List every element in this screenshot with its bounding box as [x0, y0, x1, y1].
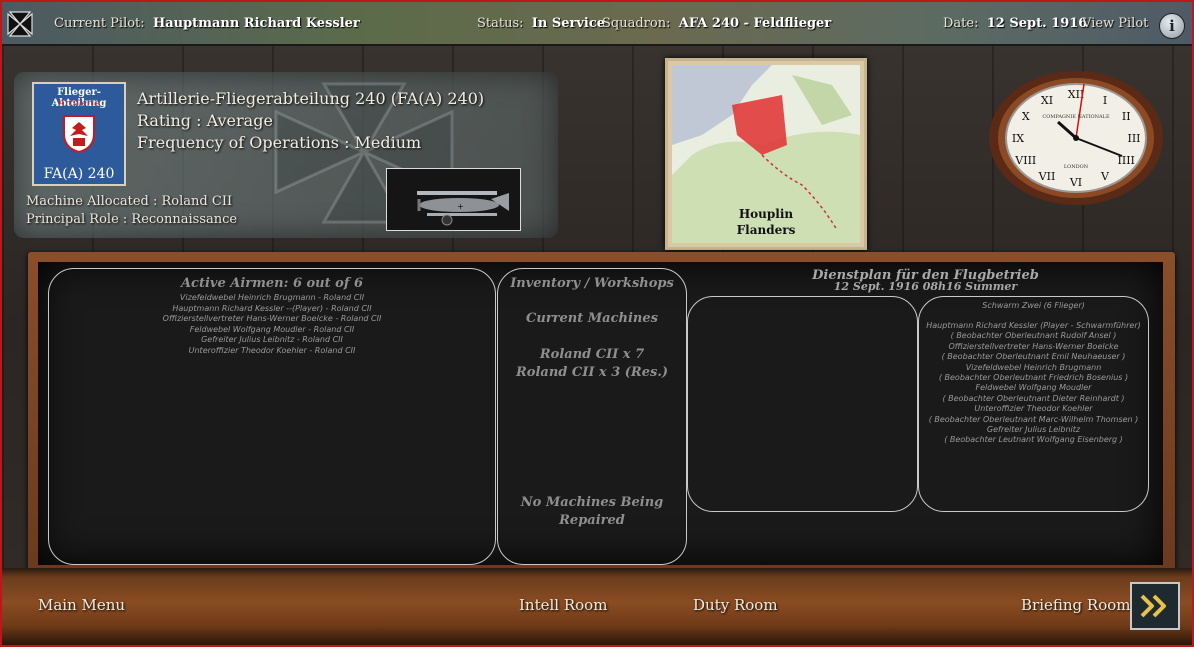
flight-crew-row: ( Beobachter Oberleutnant Dieter Reinhar… — [942, 393, 1125, 403]
machine-allocated: Machine Allocated : Roland CII — [26, 194, 233, 209]
map-view: Houplin Flanders — [672, 65, 860, 243]
flight-crew-row: ( Beobachter Oberleutnant Rudolf Ansel ) — [950, 331, 1117, 341]
repair-status-line-2: Repaired — [559, 513, 625, 528]
pilot-name: Hauptmann Richard Kessler — [152, 16, 360, 31]
iron-cross-icon — [7, 11, 33, 37]
flight-crew-row: ( Beobachter Oberleutnant Emil Neuhaeuse… — [941, 352, 1126, 362]
sector-map[interactable]: Houplin Flanders — [665, 58, 867, 250]
squadron-info: Squadron: AFA 240 - Feldflieger — [602, 16, 831, 31]
clock-numeral: VII — [1038, 170, 1056, 183]
airman-row[interactable]: Feldwebel Wolfgang Moudler - Roland CII — [49, 325, 495, 334]
pilot-label: Current Pilot: — [54, 16, 145, 31]
squadron-value: AFA 240 - Feldflieger — [678, 16, 832, 31]
eagle-shield-icon — [63, 115, 95, 154]
operations-frequency: Frequency of Operations : Medium — [137, 133, 422, 152]
clock-numeral: X — [1022, 110, 1030, 123]
machines-line-2: Roland CII x 3 (Res.) — [515, 365, 668, 380]
game-screen: Current Pilot: Hauptmann Richard Kessler… — [0, 0, 1194, 647]
intell-room-button[interactable]: Intell Room — [519, 596, 607, 614]
current-pilot: Current Pilot: Hauptmann Richard Kessler — [54, 16, 360, 31]
airman-row[interactable]: Vizefeldwebel Heinrich Brugmann - Roland… — [49, 293, 495, 302]
current-date: Date: 12 Sept. 1916 — [943, 16, 1087, 31]
clock-numeral: III — [1127, 132, 1140, 145]
flight-crew-row: Unteroffizier Theodor Koehler — [974, 404, 1093, 414]
flight-crew-row: ( Beobachter Oberleutnant Marc-Wilhelm T… — [928, 414, 1139, 424]
date-value: 12 Sept. 1916 — [986, 16, 1088, 31]
info-icon[interactable]: i — [1159, 13, 1185, 39]
main-menu-button[interactable]: Main Menu — [38, 596, 125, 614]
flight-crew-row: Feldwebel Wolfgang Moudler — [975, 383, 1092, 393]
clock-numeral: I — [1103, 94, 1107, 107]
double-chevron-right-icon — [1140, 594, 1166, 618]
clock-numeral: VI — [1069, 176, 1082, 189]
airman-row[interactable]: Offizierstellvertreter Hans-Werner Boelc… — [49, 314, 495, 323]
principal-role: Principal Role : Reconnaissance — [26, 212, 238, 227]
clock-numeral: II — [1122, 110, 1131, 123]
view-pilot-link[interactable]: View Pilot — [1082, 16, 1148, 31]
map-place: Houplin — [738, 207, 794, 221]
wall-clock: XII I II III IIII V VI VII VIII IX X XI COMPAGNIE N… — [988, 70, 1164, 206]
airman-row[interactable]: Gefreiter Julius Leibnitz - Roland CII — [49, 335, 495, 344]
squadron-emblem: Flieger-Abteilung Artillerie FA(A) 240 — [32, 82, 126, 186]
duty-room-button[interactable]: Duty Room — [693, 596, 778, 614]
inventory-title: Inventory / Workshops — [510, 276, 674, 291]
chalkboard: Active Airmen: 6 out of 6 Vizefeldwebel … — [38, 262, 1163, 565]
clock-maker-top: COMPAGNIE NATIONALE — [1042, 114, 1110, 120]
clock-numeral: VIII — [1014, 154, 1036, 167]
machines-line-1: Roland CII x 7 — [539, 347, 645, 362]
aircraft-image: + — [386, 168, 521, 231]
pilot-status: Status: In Service — [477, 16, 605, 31]
date-label: Date: — [943, 16, 979, 31]
svg-text:+: + — [457, 202, 464, 211]
clock-numeral: V — [1100, 170, 1110, 183]
flight-crew-row: Offizierstellvertreter Hans-Werner Boelc… — [948, 341, 1119, 351]
flight-crew-row: Hauptmann Richard Kessler (Player - Schw… — [926, 321, 1141, 330]
flight-title: Schwarm Zwei (6 Flieger) — [982, 301, 1085, 310]
flight-crew-row: ( Beobachter Oberleutnant Friedrich Bose… — [938, 373, 1129, 382]
airman-row[interactable]: Unteroffizier Theodor Koehler - Roland C… — [49, 346, 495, 355]
repair-status-line-1: No Machines Being — [520, 495, 664, 510]
inventory-panel: Inventory / Workshops Current Machines R… — [497, 268, 687, 565]
flight-crew-row: ( Beobachter Leutnant Wolfgang Eisenberg… — [944, 435, 1123, 445]
clock-icon: XII IIIIIIIIIIVVIVIIVIIIIXXXI COMPAGNIE N… — [989, 71, 1163, 205]
flight-crew-row: Gefreiter Julius Leibnitz — [986, 425, 1081, 434]
top-status-bar: Current Pilot: Hauptmann Richard Kessler… — [2, 2, 1192, 46]
clock-numeral: IX — [1012, 132, 1024, 145]
status-label: Status: — [477, 16, 524, 31]
current-machines-heading: Current Machines — [526, 311, 658, 326]
clock-maker-bottom: LONDON — [1064, 164, 1089, 170]
map-region: Flanders — [736, 223, 796, 237]
duty-roster-subtitle: 12 Sept. 1916 08h16 Summer — [833, 280, 1018, 293]
emblem-unit: FA(A) 240 — [43, 166, 115, 182]
squadron-name: Artillerie-Fliegerabteilung 240 (FA(A) 2… — [137, 89, 485, 108]
next-button[interactable] — [1130, 582, 1180, 630]
airman-row[interactable]: Hauptmann Richard Kessler --(Player) - R… — [49, 304, 495, 313]
squadron-label: Squadron: — [602, 16, 671, 31]
clock-numeral: XI — [1041, 94, 1053, 107]
flight-crew-row: Vizefeldwebel Heinrich Brugmann — [965, 362, 1102, 372]
flight-slot-schwarm-zwei[interactable]: Schwarm Zwei (6 Flieger) Hauptmann Richa… — [918, 296, 1149, 512]
flight-slot-empty[interactable] — [687, 296, 918, 512]
briefing-room-button[interactable]: Briefing Room — [1021, 596, 1130, 614]
airmen-title: Active Airmen: 6 out of 6 — [180, 276, 364, 291]
status-value: In Service — [531, 16, 606, 31]
squadron-rating: Rating : Average — [137, 111, 273, 130]
emblem-subtitle: Artillerie — [58, 99, 100, 109]
active-airmen-panel: Active Airmen: 6 out of 6 Vizefeldwebel … — [48, 268, 496, 565]
